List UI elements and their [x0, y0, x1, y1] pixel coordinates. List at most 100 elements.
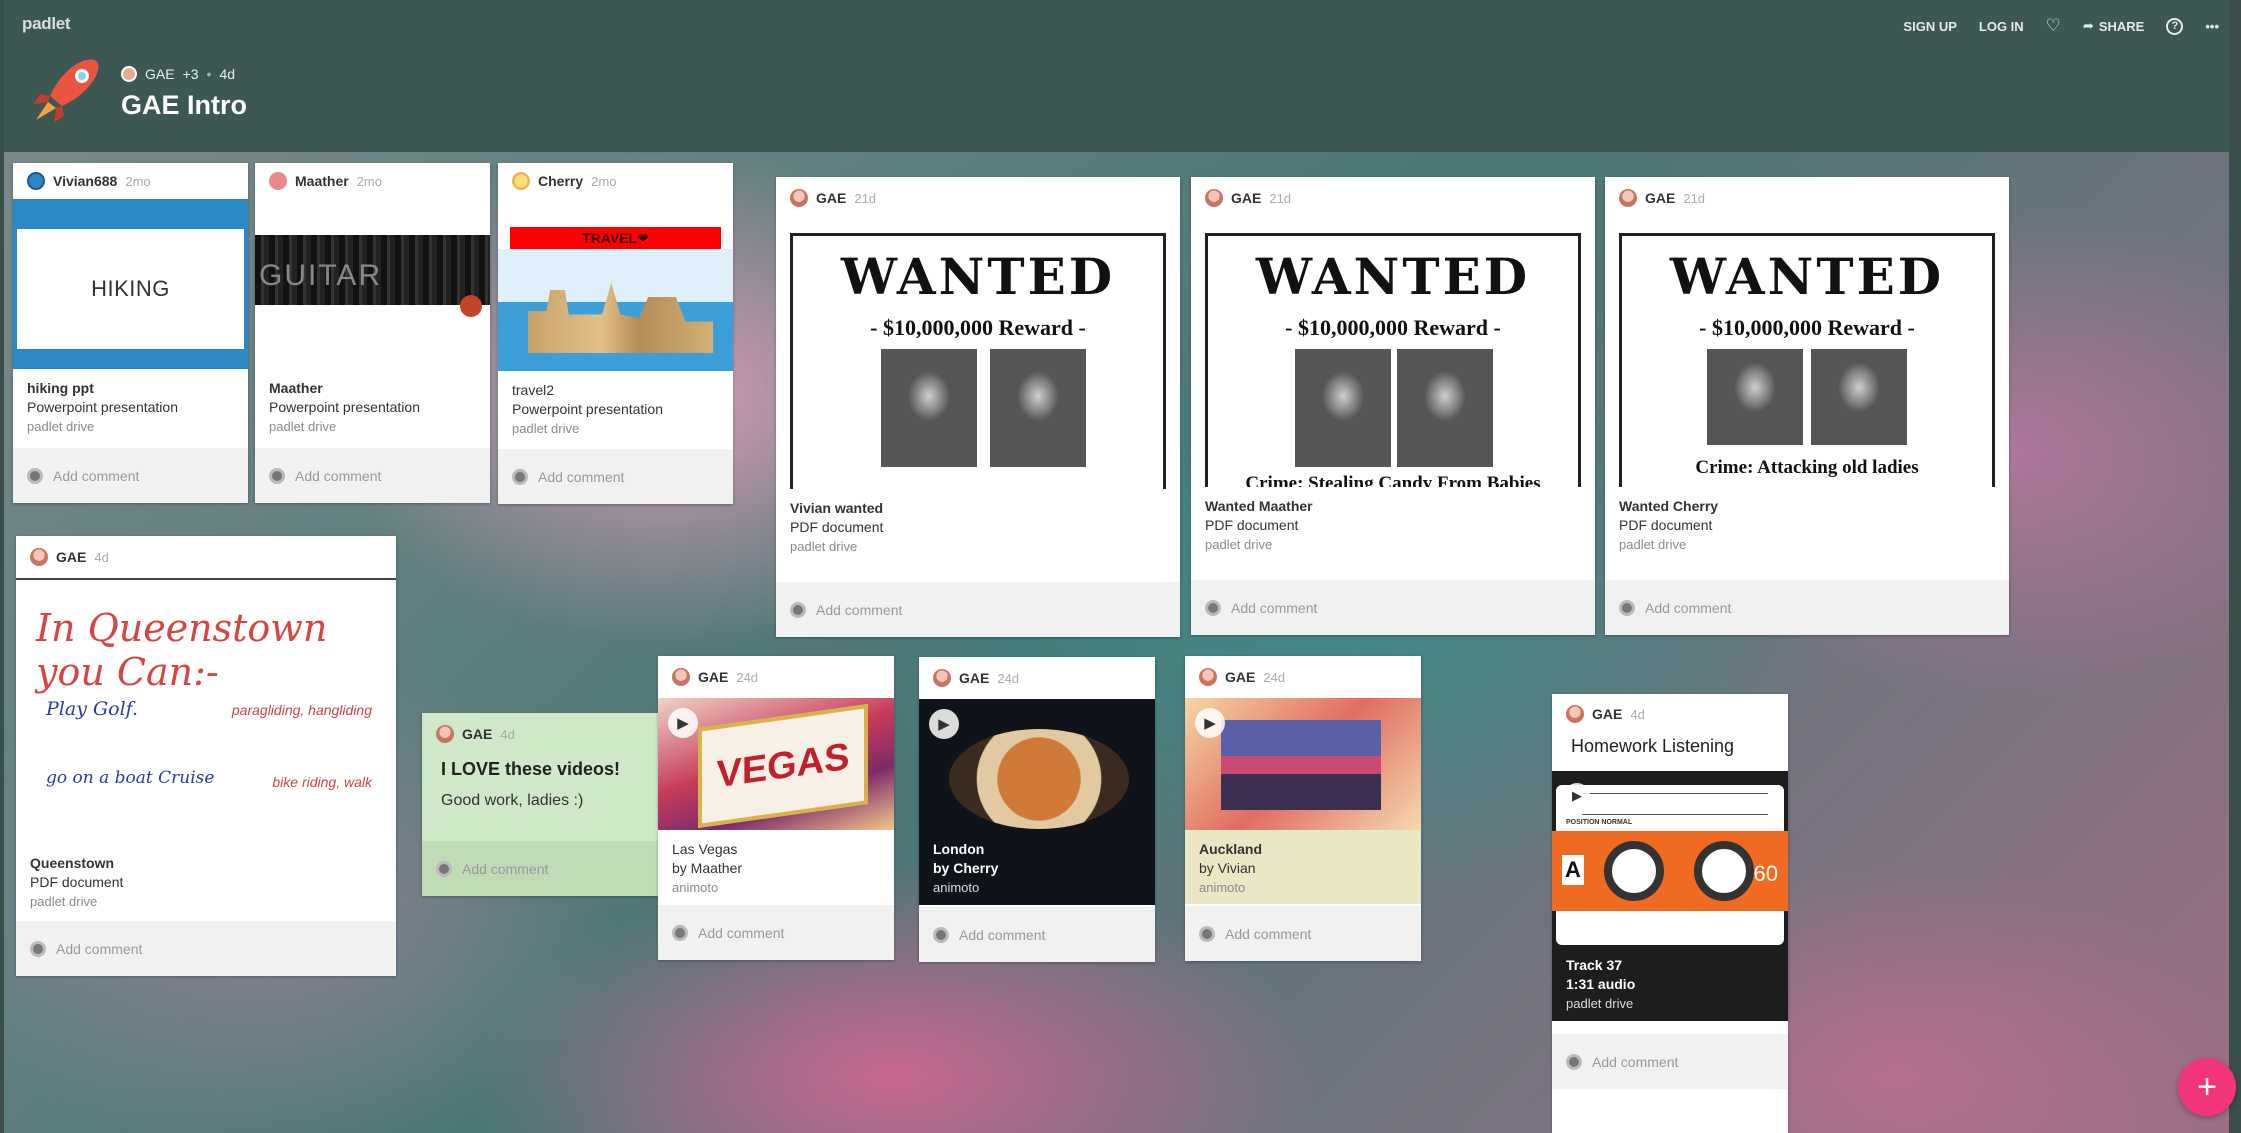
post-thumbnail[interactable]: TRAVEL❤ — [498, 199, 733, 371]
help-icon[interactable]: ? — [2166, 17, 2184, 35]
poster-crime: Crime: Attacking old ladies — [1695, 457, 1919, 478]
post-time: 21d — [854, 190, 877, 206]
user-avatar[interactable] — [27, 172, 45, 190]
post-travel[interactable]: Cherry 2mo TRAVEL❤ travel2 Powerpoint pr… — [498, 163, 733, 504]
user-avatar[interactable] — [1619, 189, 1637, 207]
cassette-reel — [1694, 841, 1754, 901]
user-avatar[interactable] — [269, 172, 287, 190]
add-comment[interactable]: Add comment — [255, 448, 490, 503]
post-guitar[interactable]: Maather 2mo GUITAR Maather Powerpoint pr… — [255, 163, 490, 503]
add-comment[interactable]: Add comment — [1552, 1034, 1788, 1089]
cassette-minutes: 60 — [1753, 861, 1778, 886]
post-thumbnail[interactable]: WANTED - $10,000,000 Reward - Crime: Ste… — [1191, 219, 1595, 487]
post-thumbnail[interactable]: WANTED - $10,000,000 Reward - Crime: Att… — [1605, 219, 2009, 487]
add-comment[interactable]: Add comment — [13, 448, 248, 503]
post-thumbnail[interactable]: WANTED - $10,000,000 Reward - — [776, 219, 1180, 489]
user-avatar[interactable] — [1205, 189, 1223, 207]
post-thumbnail[interactable]: HIKING — [13, 199, 248, 369]
heart-icon[interactable]: ♡ — [2046, 16, 2061, 36]
post-las-vegas[interactable]: GAE 24d VEGAS ▶ Las Vegas by Maather ani… — [658, 656, 894, 960]
post-thumbnail[interactable]: In Queenstown you Can:- Play Golf. go on… — [16, 578, 396, 844]
suspect-photo — [1707, 349, 1803, 445]
play-icon[interactable]: ▶ — [1564, 783, 1590, 809]
post-source: padlet drive — [27, 419, 95, 434]
post-note[interactable]: GAE 4d I LOVE these videos! Good work, l… — [422, 713, 658, 896]
user-avatar[interactable] — [1566, 705, 1584, 723]
user-avatar[interactable] — [512, 172, 530, 190]
post-header: GAE 21d — [776, 177, 1180, 219]
suspect-photo — [1811, 349, 1907, 445]
board-age: 4d — [219, 66, 236, 82]
author-avatar[interactable] — [121, 66, 137, 82]
more-options-icon[interactable]: ••• — [2205, 19, 2219, 34]
play-icon[interactable]: ▶ — [668, 708, 698, 738]
post-thumbnail[interactable]: GUITAR — [255, 199, 490, 369]
post-queenstown[interactable]: GAE 4d In Queenstown you Can:- Play Golf… — [16, 536, 396, 976]
add-comment[interactable]: Add comment — [776, 582, 1180, 637]
post-source: padlet drive — [1205, 537, 1273, 552]
add-comment[interactable]: Add comment — [498, 449, 733, 504]
post-auckland[interactable]: GAE 24d ▶ Auckland by Vivian animoto Add… — [1185, 656, 1421, 961]
add-comment[interactable]: Add comment — [658, 905, 894, 960]
user-avatar[interactable] — [790, 189, 808, 207]
user-avatar[interactable] — [933, 669, 951, 687]
post-caption: Las Vegas by Maather animoto — [658, 830, 894, 905]
post-author: GAE — [1225, 669, 1256, 685]
share-button[interactable]: ➦ SHARE — [2083, 18, 2144, 34]
post-cherry-wanted[interactable]: GAE 21d WANTED - $10,000,000 Reward - Cr… — [1605, 177, 2009, 635]
commenter-avatar — [269, 467, 285, 484]
post-header: GAE 24d — [1185, 656, 1421, 698]
commenter-avatar — [790, 601, 806, 618]
add-comment[interactable]: Add comment — [1191, 580, 1595, 635]
post-author: Maather — [295, 173, 349, 189]
post-time: 4d — [1630, 706, 1645, 722]
add-comment-label: Add comment — [462, 860, 549, 877]
post-byline: by Vivian — [1199, 860, 1256, 876]
padlet-board: padlet SIGN UP LOG IN ♡ ➦ SHARE ? ••• GA… — [4, 0, 2229, 1133]
post-time: 24d — [1263, 669, 1286, 685]
post-header: Vivian688 2mo — [13, 163, 248, 199]
video-thumbnail[interactable]: ▶ — [1185, 698, 1421, 830]
play-icon[interactable]: ▶ — [1195, 708, 1225, 738]
post-london[interactable]: GAE 24d ▶ London by Cherry animoto Add c… — [919, 657, 1155, 962]
post-author: GAE — [816, 190, 847, 206]
play-icon[interactable]: ▶ — [929, 709, 959, 739]
post-homework-listening[interactable]: GAE 4d Homework Listening POSITION NORMA… — [1552, 694, 1788, 1133]
post-byline: by Cherry — [933, 860, 999, 876]
post-title: Wanted Maather — [1205, 498, 1313, 514]
audio-thumbnail[interactable]: POSITION NORMAL A 60 ▶ Track 37 1:31 aud… — [1552, 771, 1788, 1021]
add-comment[interactable]: Add comment — [1185, 906, 1421, 961]
user-avatar[interactable] — [436, 725, 454, 743]
post-caption: Wanted Maather PDF document padlet drive — [1191, 487, 1595, 562]
post-heading: Homework Listening — [1571, 736, 1735, 756]
post-source: padlet drive — [30, 894, 98, 909]
post-maather-wanted[interactable]: GAE 21d WANTED - $10,000,000 Reward - Cr… — [1191, 177, 1595, 635]
user-avatar[interactable] — [30, 548, 48, 566]
add-comment-label: Add comment — [295, 467, 382, 484]
post-author: GAE — [462, 726, 493, 742]
add-comment[interactable]: Add comment — [1605, 580, 2009, 635]
city-photo — [1221, 720, 1381, 810]
handwritten-item: Play Golf. — [46, 698, 139, 720]
add-comment[interactable]: Add comment — [16, 921, 396, 976]
post-hiking[interactable]: Vivian688 2mo HIKING hiking ppt Powerpoi… — [13, 163, 248, 503]
post-vivian-wanted[interactable]: GAE 21d WANTED - $10,000,000 Reward - Vi… — [776, 177, 1180, 637]
user-avatar[interactable] — [672, 668, 690, 686]
post-title: Wanted Cherry — [1619, 498, 1719, 514]
sign-up-link[interactable]: SIGN UP — [1903, 19, 1956, 34]
add-post-button[interactable]: + — [2178, 1058, 2236, 1116]
add-comment-label: Add comment — [538, 468, 625, 485]
note-title: I LOVE these videos! — [441, 759, 621, 779]
video-thumbnail[interactable]: VEGAS ▶ — [658, 698, 894, 830]
add-comment[interactable]: Add comment — [919, 907, 1155, 962]
post-byline: by Maather — [672, 860, 743, 876]
add-comment-label: Add comment — [959, 926, 1046, 943]
post-title: London — [933, 841, 985, 857]
padlet-logo[interactable]: padlet — [22, 14, 71, 34]
video-thumbnail[interactable]: ▶ London by Cherry animoto — [919, 699, 1155, 905]
user-avatar[interactable] — [1199, 668, 1217, 686]
add-comment[interactable]: Add comment — [422, 841, 658, 896]
commenter-avatar — [933, 926, 949, 943]
add-comment-label: Add comment — [1231, 599, 1318, 616]
log-in-link[interactable]: LOG IN — [1979, 19, 2024, 34]
